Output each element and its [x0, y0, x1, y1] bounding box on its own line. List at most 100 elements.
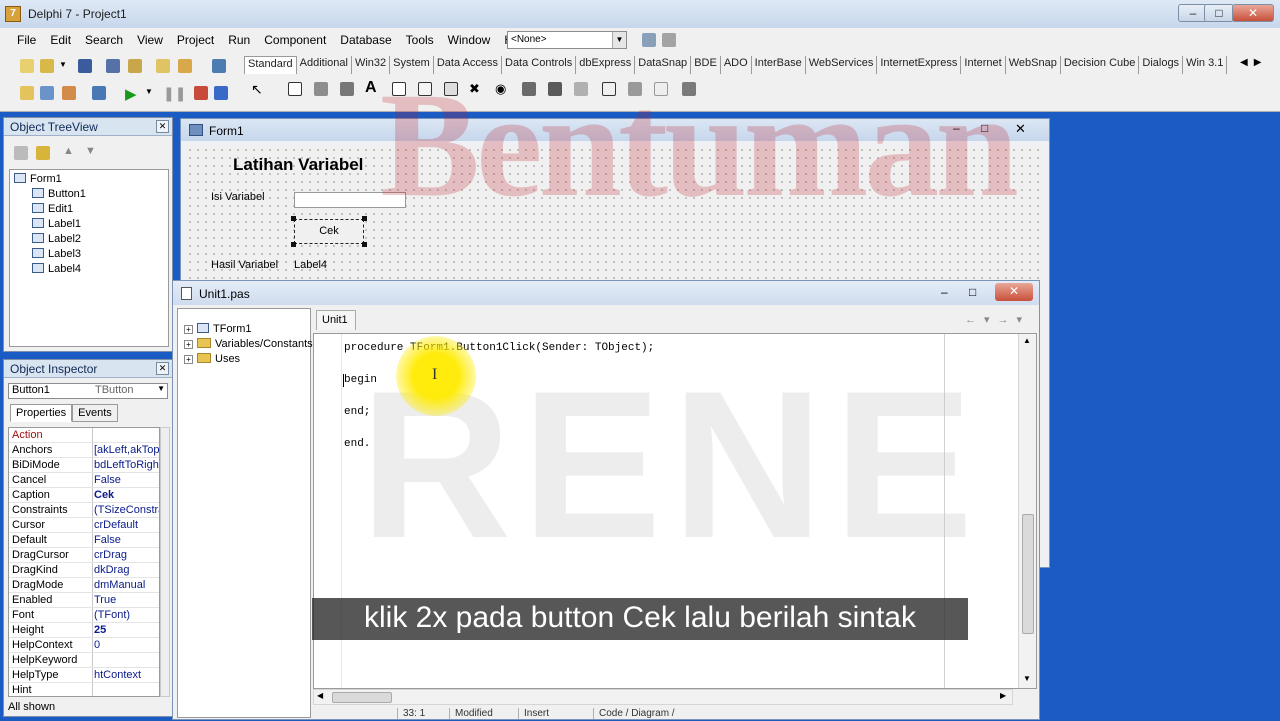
- property-row-cancel[interactable]: Cancel False: [9, 473, 159, 488]
- trace-into-icon[interactable]: [192, 84, 210, 102]
- property-row-dragkind[interactable]: DragKind dkDrag: [9, 563, 159, 578]
- chevron-down-icon[interactable]: ▼: [58, 57, 76, 75]
- view-form-icon[interactable]: [38, 84, 56, 102]
- desktop-config-combo[interactable]: <None> ▼: [507, 31, 627, 49]
- save-icon[interactable]: [76, 57, 94, 75]
- property-row-helpkeyword[interactable]: HelpKeyword: [9, 653, 159, 668]
- navigation-arrows[interactable]: ←▾→▾: [965, 313, 1030, 326]
- menu-component[interactable]: Component: [257, 30, 333, 52]
- new-item-icon[interactable]: [12, 144, 30, 162]
- explorer-node-uses[interactable]: + Uses: [184, 353, 240, 365]
- close-icon[interactable]: ✕: [156, 120, 169, 133]
- palette-tab-decision-cube[interactable]: Decision Cube: [1061, 56, 1140, 74]
- scroll-thumb[interactable]: [332, 692, 392, 703]
- view-tabs[interactable]: Code / Diagram /: [593, 708, 675, 719]
- save-all-icon[interactable]: [104, 57, 122, 75]
- property-row-dragcursor[interactable]: DragCursor crDrag: [9, 548, 159, 563]
- property-row-hint[interactable]: Hint: [9, 683, 159, 696]
- property-row-dragmode[interactable]: DragMode dmManual: [9, 578, 159, 593]
- selection-handle[interactable]: [362, 242, 367, 247]
- property-row-anchors[interactable]: Anchors [akLeft,akTop]: [9, 443, 159, 458]
- palette-tab-additional[interactable]: Additional: [297, 56, 352, 74]
- property-row-enabled[interactable]: Enabled True: [9, 593, 159, 608]
- property-row-cursor[interactable]: Cursor crDefault: [9, 518, 159, 533]
- tree-node-edit1[interactable]: Edit1: [32, 203, 73, 215]
- selection-handle[interactable]: [362, 216, 367, 221]
- menu-project[interactable]: Project: [170, 30, 221, 52]
- tab-properties[interactable]: Properties: [10, 404, 73, 422]
- explorer-node-variables[interactable]: + Variables/Constants: [184, 338, 313, 350]
- tree-node-label1[interactable]: Label1: [32, 218, 81, 230]
- selection-handle[interactable]: [291, 216, 296, 221]
- property-row-bidimode[interactable]: BiDiMode bdLeftToRight: [9, 458, 159, 473]
- new-icon[interactable]: [18, 57, 36, 75]
- property-row-font[interactable]: Font (TFont): [9, 608, 159, 623]
- menu-file[interactable]: File: [10, 30, 43, 52]
- property-row-helptype[interactable]: HelpType htContext: [9, 668, 159, 683]
- menu-search[interactable]: Search: [78, 30, 130, 52]
- popupmenu-icon[interactable]: [338, 80, 356, 98]
- palette-tab-dialogs[interactable]: Dialogs: [1139, 56, 1184, 74]
- menu-run[interactable]: Run: [221, 30, 257, 52]
- label4[interactable]: Label4: [294, 259, 327, 271]
- pause-icon[interactable]: ❚❚: [162, 84, 186, 102]
- object-selector-combo[interactable]: Button1 TButton ▼: [8, 383, 168, 399]
- menu-tools[interactable]: Tools: [399, 30, 441, 52]
- inspector-scrollbar[interactable]: [160, 427, 170, 697]
- menu-window[interactable]: Window: [441, 30, 498, 52]
- property-row-helpcontext[interactable]: HelpContext 0: [9, 638, 159, 653]
- chevron-down-icon[interactable]: ▼: [612, 32, 626, 48]
- property-row-caption[interactable]: Caption Cek: [9, 488, 159, 503]
- remove-file-icon[interactable]: [176, 57, 194, 75]
- property-row-action[interactable]: Action: [9, 428, 159, 443]
- selection-handle[interactable]: [291, 242, 296, 247]
- close-button[interactable]: ✕: [1015, 121, 1026, 137]
- tab-unit1[interactable]: Unit1: [316, 310, 356, 330]
- vertical-scrollbar[interactable]: ▲ ▼: [1018, 334, 1036, 688]
- maximize-button[interactable]: □: [1204, 4, 1234, 22]
- arrow-left-icon[interactable]: ◀: [317, 691, 323, 700]
- arrow-down-icon[interactable]: ▼: [84, 144, 102, 162]
- menu-edit[interactable]: Edit: [43, 30, 78, 52]
- chevron-down-icon[interactable]: ▼: [157, 384, 165, 393]
- menu-database[interactable]: Database: [333, 30, 398, 52]
- close-button[interactable]: ✕: [1232, 4, 1274, 22]
- tree-node-form1[interactable]: Form1: [14, 173, 62, 185]
- pointer-icon[interactable]: ↖: [250, 80, 268, 98]
- tree-node-label4[interactable]: Label4: [32, 263, 81, 275]
- add-file-icon[interactable]: [154, 57, 172, 75]
- isi-variabel-label[interactable]: Isi Variabel: [211, 191, 265, 203]
- property-row-default[interactable]: Default False: [9, 533, 159, 548]
- maximize-button[interactable]: □: [969, 285, 976, 299]
- frames-icon[interactable]: [286, 80, 304, 98]
- toggle-form-unit-icon[interactable]: [60, 84, 78, 102]
- arrow-down-icon[interactable]: ▼: [1023, 674, 1031, 683]
- mainmenu-icon[interactable]: [312, 80, 330, 98]
- form-heading-label[interactable]: Latihan Variabel: [233, 155, 363, 175]
- delete-item-icon[interactable]: [34, 144, 52, 162]
- property-row-constraints[interactable]: Constraints(TSizeConstraints): [9, 503, 159, 518]
- cek-button[interactable]: Cek: [294, 219, 364, 244]
- step-over-icon[interactable]: [212, 84, 230, 102]
- property-row-height[interactable]: Height 25: [9, 623, 159, 638]
- close-icon[interactable]: ✕: [156, 362, 169, 375]
- arrow-up-icon[interactable]: ▲: [62, 144, 80, 162]
- hasil-variabel-label[interactable]: Hasil Variabel: [211, 259, 278, 271]
- expand-icon[interactable]: +: [184, 325, 193, 334]
- minimize-button[interactable]: –: [941, 285, 948, 299]
- arrow-right-icon[interactable]: ▶: [1000, 691, 1006, 700]
- horizontal-scrollbar[interactable]: ◀ ▶: [313, 689, 1013, 705]
- tree-node-label2[interactable]: Label2: [32, 233, 81, 245]
- save-desktop-icon[interactable]: [640, 31, 658, 49]
- open-icon[interactable]: [38, 57, 56, 75]
- expand-icon[interactable]: +: [184, 355, 193, 364]
- palette-tab-win31[interactable]: Win 3.1: [1183, 56, 1228, 74]
- expand-icon[interactable]: +: [184, 340, 193, 349]
- tab-events[interactable]: Events: [72, 404, 118, 422]
- set-debug-desktop-icon[interactable]: [660, 31, 678, 49]
- new-form-icon[interactable]: [90, 84, 108, 102]
- close-button[interactable]: ✕: [995, 283, 1033, 301]
- run-icon[interactable]: ▶: [124, 84, 142, 103]
- menu-view[interactable]: View: [130, 30, 170, 52]
- view-unit-icon[interactable]: [18, 84, 36, 102]
